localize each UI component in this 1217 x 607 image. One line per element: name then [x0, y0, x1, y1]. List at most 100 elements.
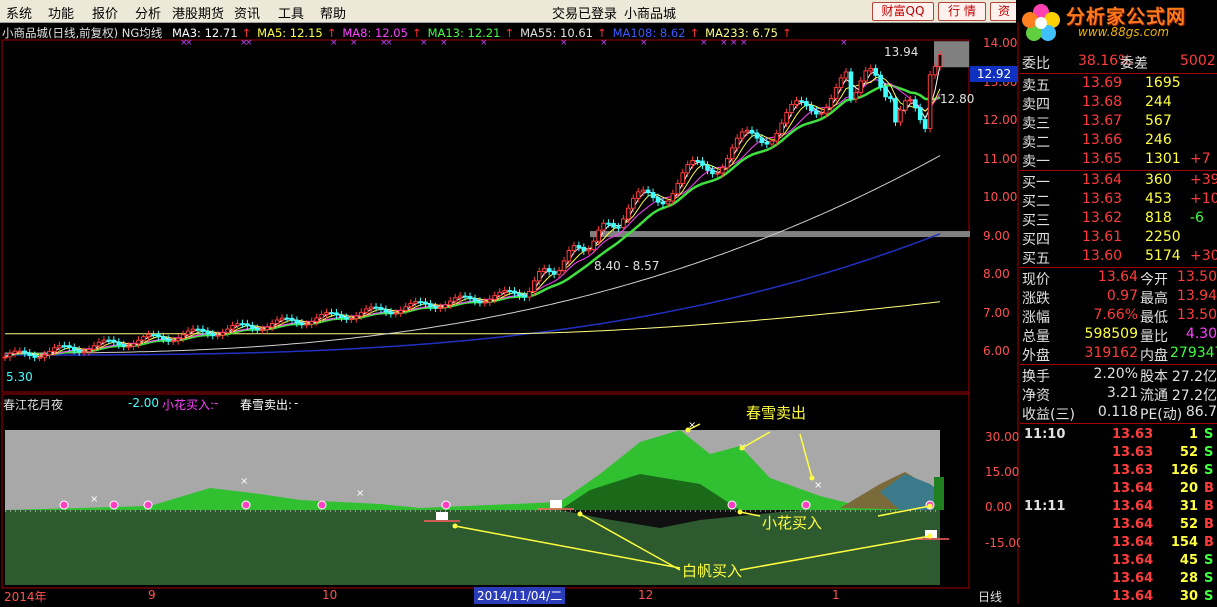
candle-body [695, 160, 700, 163]
candle-body [487, 298, 493, 303]
candle-body [660, 201, 666, 205]
date-label-sep: 9 [148, 588, 156, 602]
candle-body [502, 290, 507, 293]
candle-body [334, 312, 339, 316]
range-label: 8.40 - 8.57 [594, 259, 660, 273]
candle-body [818, 112, 824, 115]
menu-analysis[interactable]: 分析 [135, 3, 161, 22]
ask-row: 卖四 13.68 244 [1020, 94, 1217, 113]
candle-body [170, 340, 176, 343]
menu-system[interactable]: 系统 [6, 3, 32, 22]
candle-body [591, 240, 597, 250]
signal-marker: × [420, 38, 428, 48]
candle-body [863, 70, 869, 82]
spring-snow-sell-marker: × [240, 476, 248, 487]
candle-body [378, 306, 384, 311]
info-button[interactable]: 资 [990, 2, 1018, 21]
separator [1020, 364, 1217, 365]
bid-row-vol: 2250 [1145, 229, 1181, 245]
candle-body [344, 317, 349, 320]
candle-body [843, 71, 849, 79]
current-price-tag: 12.92 [970, 66, 1018, 82]
candle-body [720, 167, 725, 174]
mark-1280-label: 12.80 [940, 92, 975, 106]
signal-marker: × [700, 38, 708, 48]
candle-body [225, 328, 230, 334]
small-flower-buy-value: - [214, 396, 219, 410]
menu-help[interactable]: 帮助 [320, 3, 346, 22]
candle-body [734, 137, 740, 149]
candle-body [200, 328, 206, 332]
candle-body [784, 112, 789, 124]
ask-row-price: 13.69 [1082, 75, 1123, 91]
separator [1020, 73, 1217, 74]
candle-body [452, 297, 458, 302]
candle-body [492, 295, 498, 300]
tick-row: 11:10 13.63 1 S [1020, 427, 1217, 445]
candle-body [893, 97, 898, 123]
menu-tools[interactable]: 工具 [278, 3, 304, 22]
candle-body [670, 193, 676, 202]
menu-news[interactable]: 资讯 [234, 3, 260, 22]
menu-function[interactable]: 功能 [48, 3, 74, 22]
tick-price: 13.64 [1112, 571, 1154, 586]
tick-side: B [1204, 517, 1214, 532]
stat-key2: 最低 [1140, 310, 1168, 326]
wealth-qq-button[interactable]: 财富QQ [872, 2, 934, 21]
candle-body [37, 356, 42, 359]
candle-body [838, 77, 844, 89]
candle-body [106, 339, 112, 342]
market-button[interactable]: 行 情 [938, 2, 986, 21]
candle-body [141, 336, 146, 341]
candle-body [675, 182, 681, 195]
tick-price: 13.63 [1112, 463, 1154, 478]
stock-name-title: 小商品城 [624, 7, 677, 22]
stat-value2: 4.30 [1185, 326, 1217, 342]
signal-marker: × [730, 38, 738, 48]
bid-row-name: 买五 [1022, 251, 1050, 267]
bid-row-price: 13.62 [1082, 210, 1123, 226]
ask-row-name: 卖三 [1022, 116, 1050, 132]
small-flower-buy-point [241, 500, 251, 510]
candle-body [447, 300, 453, 306]
stat-row: 换手 2.20% 股本 27.2亿 [1020, 366, 1217, 385]
small-flower-buy-point [143, 500, 153, 510]
bid-row: 买五 13.60 5174 +30 [1020, 248, 1217, 267]
ask-row-price: 13.65 [1082, 151, 1123, 167]
period-label[interactable]: 日线 [978, 588, 1002, 605]
candle-body [111, 339, 117, 343]
candle-body [438, 307, 443, 310]
candle-body [536, 270, 542, 282]
annotation-arrow-head [809, 475, 815, 481]
ask-row: 卖一 13.65 1301 +7 [1020, 151, 1217, 170]
price-axis-label: 6.00 [983, 344, 1010, 358]
candle-body [408, 302, 413, 308]
price-axis-label: 14.00 [983, 36, 1018, 50]
candle-body [749, 129, 755, 134]
candle-body [655, 196, 661, 203]
candle-body [601, 222, 606, 231]
ask-row-name: 卖五 [1022, 78, 1050, 94]
small-flower-buy-label: 小花买入: [162, 398, 215, 412]
stat-key: 外盘 [1022, 348, 1050, 364]
candle-body [71, 347, 77, 351]
stat-value: 3.21 [1106, 385, 1138, 401]
candle-body [512, 290, 517, 294]
menu-quote[interactable]: 报价 [92, 3, 118, 22]
candle-body [131, 343, 136, 347]
candle-body [418, 301, 423, 304]
menu-hk-futures[interactable]: 港股期货 [172, 3, 224, 22]
ask-row-price: 13.68 [1082, 94, 1123, 110]
ask-row: 卖五 13.69 1695 [1020, 75, 1217, 94]
candle-body [606, 222, 611, 225]
ask-row: 卖二 13.66 246 [1020, 132, 1217, 151]
candle-body [581, 246, 587, 252]
tick-volume: 126 [1170, 463, 1198, 478]
tick-volume: 52 [1179, 517, 1198, 532]
tick-volume: 28 [1179, 571, 1198, 586]
indicator-axis-label: 0.00 [985, 500, 1012, 514]
bid-row-vol: 5174 [1145, 248, 1181, 264]
stat-value: 598509 [1084, 326, 1138, 342]
stat-value: 0.118 [1097, 404, 1138, 420]
candle-body [220, 332, 225, 336]
